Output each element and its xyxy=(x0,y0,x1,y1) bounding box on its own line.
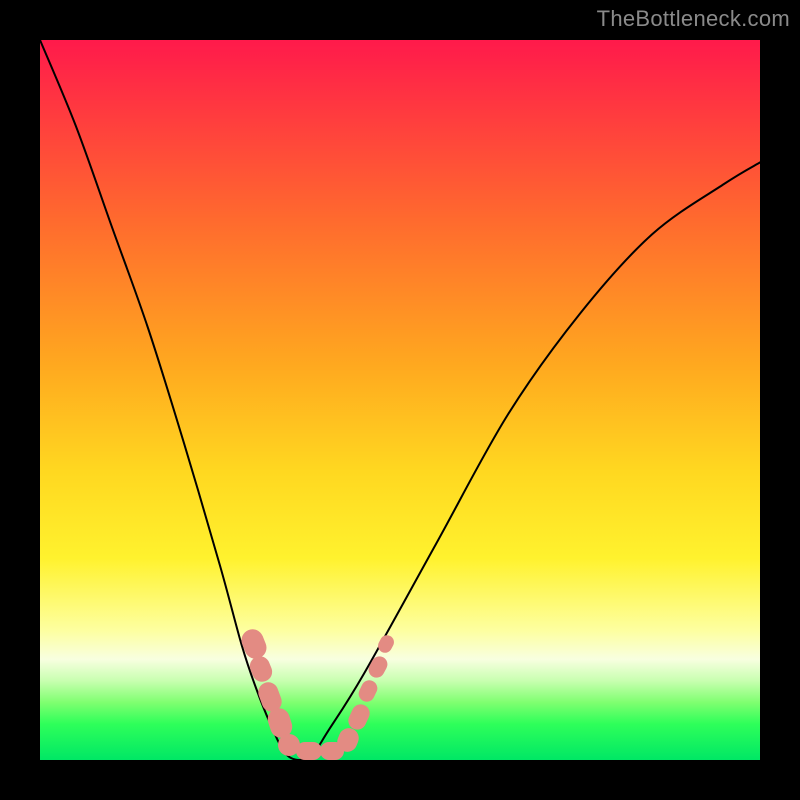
chart-frame: TheBottleneck.com xyxy=(0,0,800,800)
bottleneck-curve xyxy=(40,40,760,760)
watermark-text: TheBottleneck.com xyxy=(597,6,790,32)
curve-line xyxy=(40,40,760,760)
plot-area xyxy=(40,40,760,760)
